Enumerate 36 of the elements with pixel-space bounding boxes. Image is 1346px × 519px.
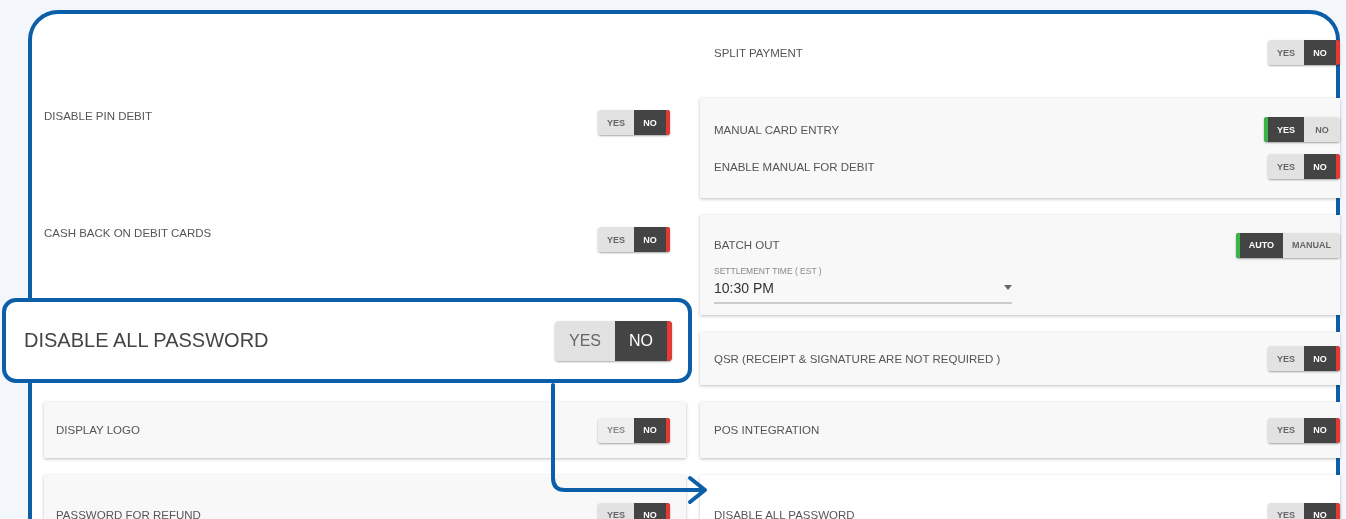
setting-label: ENABLE MANUAL FOR DEBIT	[714, 160, 875, 173]
toggle-option[interactable]: NO	[634, 502, 670, 519]
toggle-option[interactable]: YES	[1268, 346, 1304, 371]
toggle-option[interactable]: YES	[1268, 417, 1304, 443]
setting-label: POS INTEGRATION	[714, 424, 820, 436]
setting-label: QSR (RECEIPT & SIGNATURE ARE NOT REQUIRED )	[714, 352, 1001, 365]
setting-label: DISABLE PIN DEBIT	[44, 110, 152, 122]
setting-label: CASH BACK ON DEBIT CARDS	[44, 227, 212, 239]
toggle-option[interactable]: NO	[1304, 154, 1340, 179]
toggle-option[interactable]: NO	[1304, 502, 1340, 519]
toggle-option[interactable]: NO	[615, 320, 672, 361]
setting-label: MANUAL CARD ENTRY	[714, 123, 840, 136]
toggle-option[interactable]: YES	[598, 227, 634, 252]
setting-label: DISPLAY LOGO	[56, 424, 140, 436]
callout-label: DISABLE ALL PASSWORD	[24, 329, 269, 352]
toggle-option[interactable]: YES	[598, 502, 634, 519]
toggle-option[interactable]: NO	[1304, 117, 1340, 142]
toggle-option[interactable]: NO	[1304, 40, 1340, 65]
toggle-option[interactable]: YES	[598, 110, 634, 135]
toggle-option[interactable]: NO	[634, 110, 670, 135]
toggle-option[interactable]: YES	[1268, 40, 1304, 65]
caret-icon	[1004, 285, 1012, 290]
toggle-option[interactable]: YES	[1264, 117, 1304, 142]
setting-label: DISABLE ALL PASSWORD	[714, 509, 855, 519]
toggle-option[interactable]: YES	[1268, 502, 1304, 519]
toggle-option[interactable]: YES	[1268, 154, 1304, 179]
toggle-option[interactable]: AUTO	[1235, 232, 1283, 258]
toggle-option[interactable]: YES	[555, 320, 615, 361]
toggle-option[interactable]: MANUAL	[1283, 232, 1340, 258]
setting-label: SPLIT PAYMENT	[714, 46, 803, 59]
setting-label: PASSWORD FOR REFUND	[56, 509, 201, 519]
toggle-option[interactable]: NO	[1304, 346, 1340, 371]
toggle-option[interactable]: NO	[1304, 417, 1340, 443]
settlement-time-select[interactable]: SETTLEMENT TIME ( EST ) 10:30 PM	[714, 265, 1012, 304]
setting-label: BATCH OUT	[714, 239, 780, 251]
toggle-option[interactable]: NO	[634, 227, 670, 252]
